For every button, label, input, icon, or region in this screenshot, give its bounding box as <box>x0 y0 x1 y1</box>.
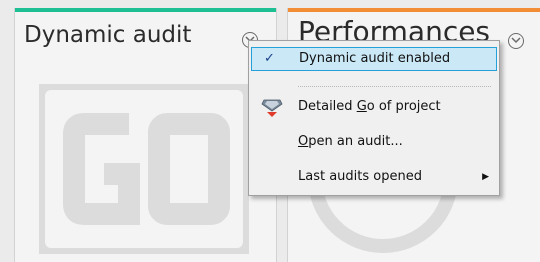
performances-color-bar <box>288 8 540 12</box>
menu-item-open-audit[interactable]: Open an audit... <box>251 130 497 154</box>
diamond-go-icon <box>261 99 283 117</box>
dynamic-audit-tile[interactable]: Dynamic audit <box>14 8 277 262</box>
context-menu: ✓ Dynamic audit enabled Detailed Go of p… <box>248 40 500 196</box>
dynamic-audit-color-bar <box>15 8 276 12</box>
chevron-down-circle-icon[interactable] <box>508 33 524 49</box>
dynamic-audit-title: Dynamic audit <box>24 22 192 48</box>
menu-item-dynamic-audit-enabled[interactable]: ✓ Dynamic audit enabled <box>251 47 497 71</box>
go-logo-icon <box>39 84 249 254</box>
check-icon: ✓ <box>264 51 275 66</box>
submenu-arrow-icon: ▶ <box>482 172 489 182</box>
menu-item-label: Dynamic audit enabled <box>299 51 451 66</box>
menu-separator <box>298 86 491 87</box>
menu-item-label: Detailed Go of project <box>298 99 441 114</box>
menu-item-label: Last audits opened <box>298 169 422 184</box>
menu-item-label: Open an audit... <box>298 134 403 149</box>
menu-item-last-audits-opened[interactable]: Last audits opened ▶ <box>251 165 497 189</box>
menu-item-detailed-go[interactable]: Detailed Go of project <box>251 95 497 119</box>
